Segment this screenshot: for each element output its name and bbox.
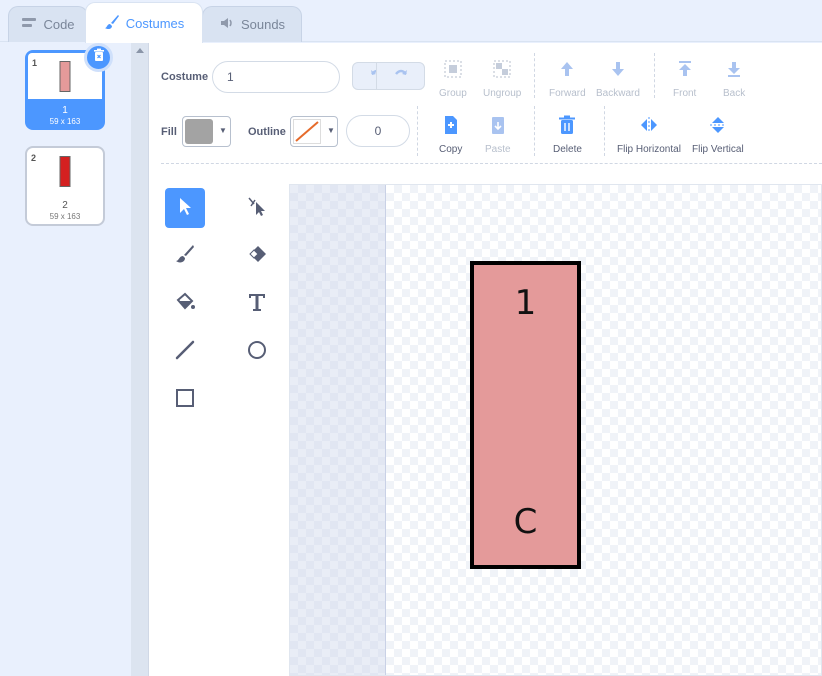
chevron-down-icon: ▼ [219, 126, 227, 135]
code-icon [21, 15, 37, 34]
reshape-tool[interactable] [237, 188, 277, 228]
backward-label: Backward [596, 88, 640, 99]
costume-text-bottom[interactable]: C [474, 502, 577, 542]
costume-number: 2 [31, 153, 37, 163]
trash-icon [557, 115, 577, 138]
reshape-icon [246, 195, 268, 222]
ungroup-button[interactable]: Ungroup [483, 59, 521, 99]
costume-list: 1 1 59 x 163 2 2 59 x 163 [0, 42, 131, 676]
chevron-down-icon: ▼ [327, 126, 335, 135]
editor-tabs: Code Costumes Sounds [0, 0, 822, 43]
outline-color-picker[interactable]: ▼ [290, 116, 338, 147]
tab-sounds-label: Sounds [240, 17, 286, 32]
ungroup-label: Ungroup [483, 88, 522, 99]
back-label: Back [723, 88, 746, 99]
redo-button[interactable] [376, 62, 425, 90]
tab-sounds[interactable]: Sounds [202, 6, 302, 42]
trash-icon [92, 48, 106, 67]
eraser-tool[interactable] [237, 236, 277, 276]
flip-vertical-label: Flip Vertical [692, 144, 744, 155]
costume-tile-2[interactable]: 2 2 59 x 163 [25, 146, 105, 226]
forward-label: Forward [549, 88, 586, 99]
outline-label: Outline [248, 126, 286, 138]
eraser-icon [246, 243, 268, 270]
copy-button[interactable]: Copy [439, 115, 462, 155]
brush-tool[interactable] [165, 236, 205, 276]
costume-name-input[interactable]: 1 [212, 61, 340, 93]
fill-label: Fill [161, 126, 177, 138]
paint-canvas[interactable]: 1 C [289, 184, 822, 676]
paste-label: Paste [485, 144, 511, 155]
costume-text-top[interactable]: 1 [474, 283, 577, 323]
costume-number: 1 [32, 58, 38, 68]
delete-costume-button[interactable] [84, 43, 113, 72]
outline-width-input[interactable]: 0 [346, 115, 410, 147]
costume-rectangle-shape[interactable]: 1 C [470, 261, 581, 569]
costume-list-scrollbar[interactable] [131, 42, 149, 676]
costume-thumbnail [59, 156, 71, 187]
backward-button[interactable]: Backward [596, 59, 640, 99]
redo-icon [393, 66, 409, 87]
tab-costumes-label: Costumes [125, 15, 185, 31]
copy-icon [441, 115, 461, 138]
circle-icon [246, 339, 268, 366]
paste-icon [488, 115, 508, 138]
outline-width-value: 0 [374, 124, 382, 138]
tab-costumes[interactable]: Costumes [85, 2, 203, 43]
front-icon [675, 59, 695, 82]
brush-icon [174, 243, 196, 270]
speaker-icon [219, 15, 235, 34]
flip-horizontal-label: Flip Horizontal [617, 144, 681, 155]
front-button[interactable]: Front [673, 59, 696, 99]
fill-tool[interactable] [165, 284, 205, 324]
rectangle-icon [174, 387, 196, 414]
costume-name: 2 [62, 200, 68, 211]
rectangle-tool[interactable] [165, 380, 205, 420]
paint-bucket-icon [174, 291, 196, 318]
circle-tool[interactable] [237, 332, 277, 372]
select-tool[interactable] [165, 188, 205, 228]
flip-vertical-button[interactable]: Flip Vertical [692, 115, 744, 155]
canvas-offstage-area [290, 185, 386, 675]
back-icon [724, 59, 744, 82]
flip-horizontal-icon [639, 115, 659, 138]
line-icon [174, 339, 196, 366]
delete-label: Delete [553, 144, 582, 155]
line-tool[interactable] [165, 332, 205, 372]
fill-color-swatch [185, 119, 213, 144]
flip-vertical-icon [708, 115, 728, 138]
front-label: Front [673, 88, 697, 99]
back-button[interactable]: Back [723, 59, 745, 99]
select-arrow-icon [174, 195, 196, 222]
forward-button[interactable]: Forward [549, 59, 586, 99]
brush-icon [104, 14, 120, 33]
group-icon [443, 59, 463, 82]
group-button[interactable]: Group [439, 59, 467, 99]
scroll-up-icon[interactable] [136, 48, 144, 53]
no-outline-icon [293, 119, 321, 149]
paint-editor: Costume 1 Group Ungroup Forward Backward… [149, 43, 822, 676]
fill-color-picker[interactable]: ▼ [182, 116, 231, 147]
delete-button[interactable]: Delete [553, 115, 582, 155]
tab-code-label: Code [43, 17, 75, 32]
copy-label: Copy [439, 144, 463, 155]
text-icon [246, 291, 268, 318]
costume-name: 1 [62, 105, 68, 116]
costume-name-label: Costume [161, 71, 209, 83]
costume-size: 59 x 163 [49, 117, 81, 126]
costume-name-value: 1 [227, 70, 234, 84]
costume-thumbnail [59, 61, 71, 92]
backward-icon [608, 59, 628, 82]
ungroup-icon [492, 59, 512, 82]
forward-icon [557, 59, 577, 82]
costume-size: 59 x 163 [49, 212, 81, 221]
paste-button[interactable]: Paste [485, 115, 511, 155]
text-tool[interactable] [237, 284, 277, 324]
group-label: Group [439, 88, 467, 99]
tab-code[interactable]: Code [8, 6, 88, 42]
flip-horizontal-button[interactable]: Flip Horizontal [617, 115, 681, 155]
